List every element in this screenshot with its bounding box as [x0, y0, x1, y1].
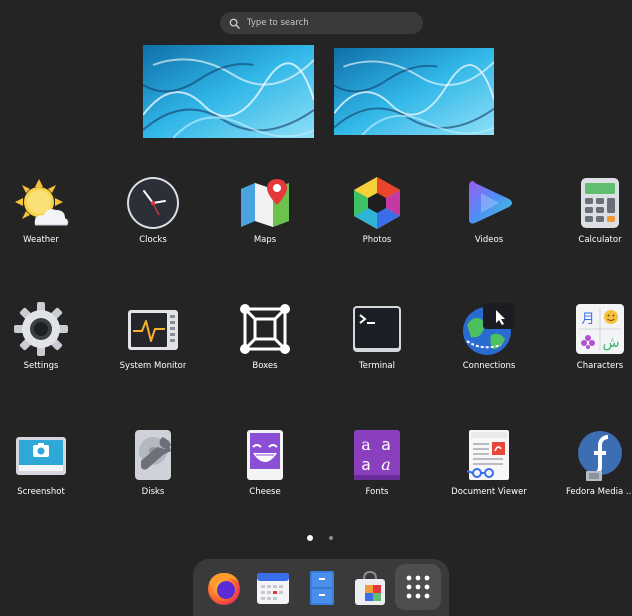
app-connections[interactable]: Connections	[439, 301, 539, 371]
gear-icon	[14, 302, 68, 356]
fedora-icon	[578, 431, 622, 481]
dock-item-calendar[interactable]	[254, 569, 292, 607]
app-label: Fedora Media ...	[566, 487, 632, 497]
app-photos[interactable]: Photos	[327, 175, 427, 245]
app-terminal[interactable]: Terminal	[327, 301, 427, 371]
characters-icon: 月 ش	[576, 304, 624, 354]
system-monitor-icon	[128, 310, 178, 350]
dock-item-show-apps[interactable]	[395, 564, 441, 610]
software-store-icon	[355, 570, 385, 605]
svg-text:a: a	[361, 455, 371, 474]
connections-icon	[463, 303, 515, 355]
calendar-icon	[257, 573, 289, 604]
dock-item-firefox[interactable]	[205, 569, 243, 607]
fonts-icon: a a a a	[354, 430, 400, 480]
app-fedora-media-writer[interactable]: Fedora Media ...	[550, 427, 632, 497]
page-dot-1[interactable]	[307, 535, 313, 541]
app-disks[interactable]: Disks	[103, 427, 203, 497]
videos-icon	[469, 181, 512, 224]
app-grid-icon	[406, 575, 430, 599]
clock-icon	[127, 177, 179, 229]
app-label: Screenshot	[17, 487, 65, 497]
app-settings[interactable]: Settings	[0, 301, 91, 371]
svg-text:a: a	[381, 435, 391, 454]
app-screenshot[interactable]: Screenshot	[0, 427, 91, 497]
app-boxes[interactable]: Boxes	[215, 301, 315, 371]
app-cheese[interactable]: Cheese	[215, 427, 315, 497]
app-label: Cheese	[249, 487, 281, 497]
svg-text:a: a	[381, 455, 391, 474]
app-label: Terminal	[359, 361, 395, 371]
workspace-thumbnail-2[interactable]	[334, 48, 494, 135]
app-label: Photos	[362, 235, 392, 245]
page-dot-2[interactable]	[329, 536, 333, 540]
app-label: Clocks	[139, 235, 167, 245]
app-fonts[interactable]: a a a a Fonts	[327, 427, 427, 497]
search-bar[interactable]: Type to search	[220, 12, 423, 34]
terminal-icon	[353, 306, 401, 352]
app-videos[interactable]: Videos	[439, 175, 539, 245]
app-weather[interactable]: Weather	[0, 175, 91, 245]
app-label: Boxes	[252, 361, 278, 371]
svg-text:月: 月	[581, 312, 594, 327]
maps-icon	[241, 179, 289, 227]
dock-item-software[interactable]	[351, 569, 389, 607]
app-label: Settings	[23, 361, 59, 371]
weather-icon	[15, 179, 69, 226]
screenshot-icon	[16, 437, 66, 475]
search-placeholder: Type to search	[247, 18, 309, 28]
calculator-icon	[581, 178, 619, 228]
app-label: Calculator	[578, 235, 622, 245]
document-viewer-icon	[466, 430, 509, 480]
dock	[193, 559, 449, 616]
app-label: Characters	[576, 361, 624, 371]
app-maps[interactable]: Maps	[215, 175, 315, 245]
app-label: Disks	[141, 487, 165, 497]
app-label: Maps	[253, 235, 277, 245]
app-label: System Monitor	[119, 361, 187, 371]
app-label: Connections	[462, 361, 516, 371]
app-document-viewer[interactable]: Document Viewer	[439, 427, 539, 497]
search-icon	[229, 18, 240, 29]
app-label: Weather	[23, 235, 59, 245]
app-calculator[interactable]: Calculator	[550, 175, 632, 245]
workspace-thumbnail-1[interactable]	[143, 45, 314, 138]
firefox-icon	[208, 573, 240, 605]
app-label: Document Viewer	[451, 487, 527, 497]
file-cabinet-icon	[310, 571, 334, 605]
app-label: Fonts	[365, 487, 389, 497]
disks-icon	[135, 430, 171, 480]
app-label: Videos	[474, 235, 504, 245]
svg-text:a: a	[361, 435, 371, 454]
page-indicator	[307, 535, 333, 541]
boxes-icon	[240, 304, 290, 354]
svg-text:ش: ش	[602, 335, 619, 351]
cheese-icon	[247, 430, 283, 480]
app-characters[interactable]: 月 ش Characters	[550, 301, 632, 371]
dock-item-files[interactable]	[303, 569, 341, 607]
app-clocks[interactable]: Clocks	[103, 175, 203, 245]
app-system-monitor[interactable]: System Monitor	[103, 301, 203, 371]
photos-icon	[354, 177, 400, 229]
